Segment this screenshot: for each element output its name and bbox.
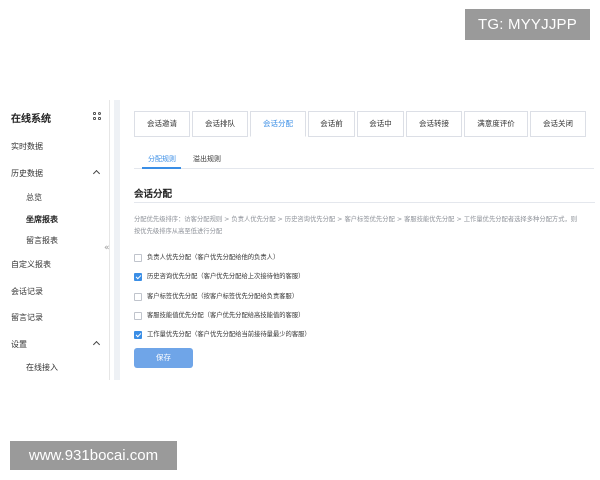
chevron-up-icon[interactable] xyxy=(93,340,100,347)
sidebar-item-session-records[interactable]: 会话记录 xyxy=(11,286,43,297)
sidebar-item-message-records[interactable]: 留言记录 xyxy=(11,312,43,323)
option-label: 客服技能值优先分配（客户优先分配给高技能值的客服） xyxy=(147,312,305,319)
app-title: 在线系统 xyxy=(11,114,51,125)
watermark-bottom: www.931bocai.com xyxy=(10,441,177,470)
priority-description: 分配优先级排序：访客分配规则 > 负责人优先分配 > 历史咨询优先分配 > 客户… xyxy=(134,216,578,235)
checkbox[interactable] xyxy=(134,293,142,301)
sidebar-item-settings[interactable]: 设置 xyxy=(11,339,27,350)
tab-satisfaction-rating[interactable]: 满意度评价 xyxy=(464,111,528,137)
sidebar-item-online-access[interactable]: 在线接入 xyxy=(26,362,58,373)
sidebar-item-custom-report[interactable]: 自定义报表 xyxy=(11,259,51,270)
subtab-assign-rules[interactable]: 分配规则 xyxy=(148,154,176,164)
option-label: 历史咨询优先分配（客户优先分配给上次接待他的客服） xyxy=(147,273,305,280)
main-content: 会话邀请 会话排队 会话分配 会话前 会话中 会话转接 满意度评价 会话关闭 分… xyxy=(114,100,600,380)
sidebar: 在线系统 实时数据 历史数据 总览 坐席报表 留言报表 自定义报表 会话记录 留… xyxy=(0,100,110,380)
subtab-bar: 分配规则 溢出规则 xyxy=(134,151,594,169)
checkbox[interactable] xyxy=(134,312,142,320)
tab-pre-session[interactable]: 会话前 xyxy=(308,111,355,137)
sidebar-item-agent-report[interactable]: 坐席报表 xyxy=(26,214,58,225)
save-button[interactable]: 保存 xyxy=(134,348,193,368)
active-subtab-indicator xyxy=(142,167,181,169)
app-window: 在线系统 实时数据 历史数据 总览 坐席报表 留言报表 自定义报表 会话记录 留… xyxy=(0,100,600,380)
divider xyxy=(134,202,595,203)
sidebar-item-overview[interactable]: 总览 xyxy=(26,192,42,203)
chevron-up-icon[interactable] xyxy=(93,169,100,176)
collapse-sidebar-icon[interactable]: « xyxy=(104,243,110,253)
sidebar-item-history-data[interactable]: 历史数据 xyxy=(11,168,43,179)
settings-panel: 会话邀请 会话排队 会话分配 会话前 会话中 会话转接 满意度评价 会话关闭 分… xyxy=(120,100,600,380)
section-title: 会话分配 xyxy=(134,189,173,200)
tab-session-invite[interactable]: 会话邀请 xyxy=(134,111,190,137)
subtab-overflow-rules[interactable]: 溢出规则 xyxy=(193,154,221,164)
sidebar-item-message-report[interactable]: 留言报表 xyxy=(26,235,58,246)
tab-session-assign[interactable]: 会话分配 xyxy=(250,111,306,137)
watermark-top: TG: MYYJJPP xyxy=(465,9,590,40)
option-label: 负责人优先分配（客户优先分配给他的负责人） xyxy=(147,254,280,261)
checkbox[interactable] xyxy=(134,273,142,281)
option-label: 工作量优先分配（客户优先分配给当前接待量最少的客服） xyxy=(147,331,311,338)
tab-session-queue[interactable]: 会话排队 xyxy=(192,111,248,137)
tab-session-transfer[interactable]: 会话转接 xyxy=(406,111,462,137)
checkbox[interactable] xyxy=(134,331,142,339)
sidebar-item-realtime-data[interactable]: 实时数据 xyxy=(11,141,43,152)
option-label: 客户标签优先分配（按客户标签优先分配给负责客服） xyxy=(147,293,299,300)
checkbox[interactable] xyxy=(134,254,142,262)
tab-session-close[interactable]: 会话关闭 xyxy=(530,111,586,137)
menu-grid-icon[interactable] xyxy=(93,112,102,121)
tab-in-session[interactable]: 会话中 xyxy=(357,111,404,137)
